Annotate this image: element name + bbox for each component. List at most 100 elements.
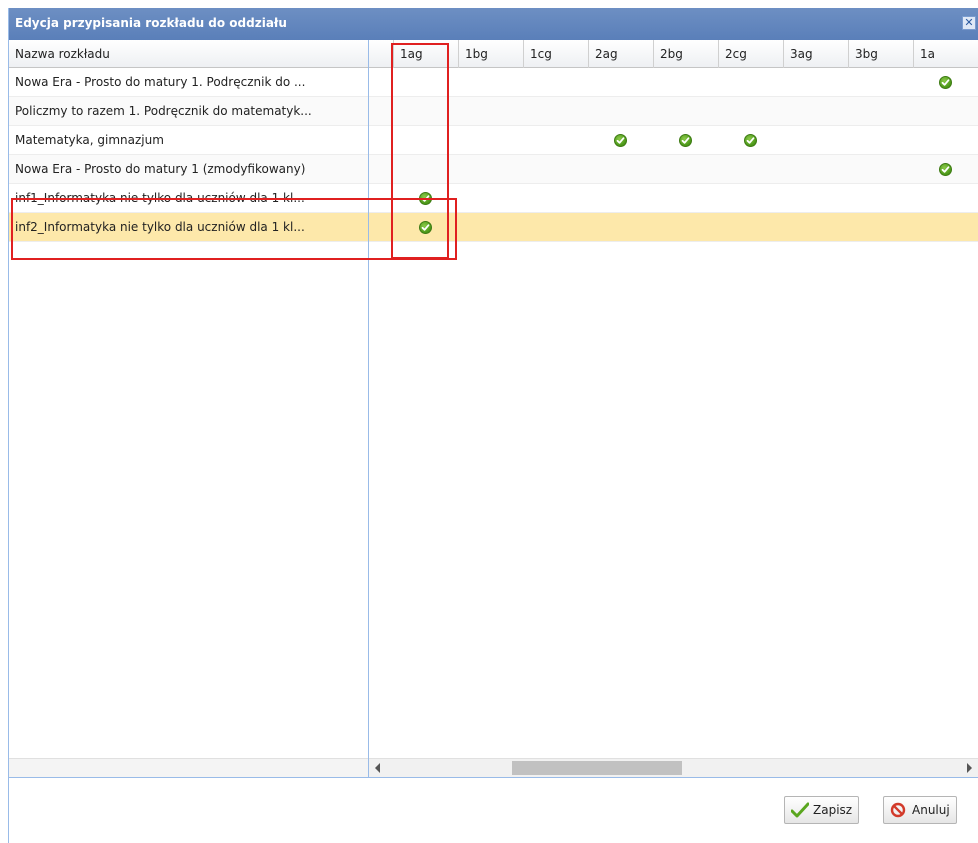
assignment-cell[interactable]	[458, 213, 523, 241]
assignment-cell[interactable]	[718, 97, 783, 125]
class-column-header[interactable]: 3bg	[848, 40, 913, 68]
close-icon[interactable]: ✕	[962, 16, 976, 30]
assignment-cell[interactable]	[653, 97, 718, 125]
table-row-cells	[369, 68, 978, 97]
assignment-cell[interactable]	[718, 68, 783, 96]
assignment-cell[interactable]	[783, 155, 848, 183]
assignment-cell[interactable]	[653, 184, 718, 212]
table-row[interactable]: Matematyka, gimnazjum	[9, 126, 368, 155]
class-column-header[interactable]: 3ag	[783, 40, 848, 68]
save-button-label: Zapisz	[813, 803, 853, 817]
class-columns-pane: 1ag 1bg 1cg 2ag 2bg 2cg 3ag 3bg 1a	[369, 40, 978, 777]
assignment-cell[interactable]	[653, 213, 718, 241]
assignment-cell[interactable]	[393, 68, 458, 96]
scroll-right-arrow-icon[interactable]	[967, 763, 972, 773]
table-row-cells	[369, 213, 978, 242]
save-button[interactable]: Zapisz	[784, 796, 860, 824]
prohibited-icon	[890, 802, 906, 818]
assignment-cell[interactable]	[393, 184, 458, 212]
green-check-icon	[614, 134, 627, 147]
class-column-header[interactable]: 1cg	[523, 40, 588, 68]
assignment-cell[interactable]	[913, 213, 978, 241]
schedule-name: inf1_Informatyka nie tylko dla uczniów d…	[15, 191, 305, 205]
class-column-header[interactable]: 1ag	[393, 40, 458, 68]
assignment-cell[interactable]	[913, 155, 978, 183]
green-check-icon	[744, 134, 757, 147]
dialog-titlebar: Edycja przypisania rozkładu do oddziału …	[9, 8, 978, 40]
assignment-cell[interactable]	[458, 184, 523, 212]
assignment-cell[interactable]	[393, 213, 458, 241]
assignment-cell[interactable]	[783, 126, 848, 154]
assignment-cell[interactable]	[913, 126, 978, 154]
assignment-cell[interactable]	[848, 126, 913, 154]
assignment-cell[interactable]	[913, 97, 978, 125]
schedule-name: inf2_Informatyka nie tylko dla uczniów d…	[15, 220, 305, 234]
assignment-grid: Nazwa rozkładu Nowa Era - Prosto do matu…	[9, 40, 978, 777]
assignment-cell[interactable]	[848, 184, 913, 212]
assignment-cell[interactable]	[848, 155, 913, 183]
assignment-cell[interactable]	[783, 213, 848, 241]
name-column-header[interactable]: Nazwa rozkładu	[9, 40, 368, 68]
assignment-cell[interactable]	[588, 126, 653, 154]
assignment-cell[interactable]	[783, 184, 848, 212]
assignment-cell[interactable]	[523, 126, 588, 154]
horizontal-scrollbar[interactable]	[369, 758, 978, 777]
class-column-header[interactable]: 2cg	[718, 40, 783, 68]
assignment-cell[interactable]	[718, 126, 783, 154]
assignment-cell[interactable]	[458, 126, 523, 154]
checkmark-icon	[791, 802, 809, 818]
assignment-cell[interactable]	[393, 97, 458, 125]
assignment-cell[interactable]	[588, 184, 653, 212]
schedule-name-pane: Nazwa rozkładu Nowa Era - Prosto do matu…	[9, 40, 369, 777]
assignment-cell[interactable]	[848, 68, 913, 96]
schedule-name: Nowa Era - Prosto do matury 1. Podręczni…	[15, 75, 306, 89]
assignment-cell[interactable]	[458, 68, 523, 96]
assignment-cell[interactable]	[523, 184, 588, 212]
green-check-icon	[419, 221, 432, 234]
table-row-cells	[369, 97, 978, 126]
left-scroll-spacer	[9, 758, 368, 777]
assignment-cell[interactable]	[653, 126, 718, 154]
class-column-header[interactable]: 1a	[913, 40, 978, 68]
class-column-header[interactable]: 2ag	[588, 40, 653, 68]
schedule-name: Matematyka, gimnazjum	[15, 133, 164, 147]
assignment-cell[interactable]	[393, 126, 458, 154]
class-column-header[interactable]: 2bg	[653, 40, 718, 68]
table-row[interactable]: inf2_Informatyka nie tylko dla uczniów d…	[9, 213, 368, 242]
assignment-cell[interactable]	[848, 213, 913, 241]
assignment-cell[interactable]	[783, 97, 848, 125]
assignment-cell[interactable]	[523, 97, 588, 125]
table-row[interactable]: Policzmy to razem 1. Podręcznik do matem…	[9, 97, 368, 126]
table-row[interactable]: Nowa Era - Prosto do matury 1. Podręczni…	[9, 68, 368, 97]
assignment-cell[interactable]	[458, 155, 523, 183]
table-row[interactable]: Nowa Era - Prosto do matury 1 (zmodyfiko…	[9, 155, 368, 184]
assignment-cell[interactable]	[913, 68, 978, 96]
assignment-cell[interactable]	[588, 213, 653, 241]
table-row[interactable]: inf1_Informatyka nie tylko dla uczniów d…	[9, 184, 368, 213]
table-row-cells	[369, 126, 978, 155]
scroll-left-arrow-icon[interactable]	[375, 763, 380, 773]
scrollbar-thumb[interactable]	[512, 761, 682, 775]
assignment-cell[interactable]	[653, 68, 718, 96]
assignment-cell[interactable]	[718, 155, 783, 183]
assignment-cell[interactable]	[588, 155, 653, 183]
assignment-cell[interactable]	[393, 155, 458, 183]
assignment-cell[interactable]	[718, 184, 783, 212]
schedule-name: Nowa Era - Prosto do matury 1 (zmodyfiko…	[15, 162, 306, 176]
dialog-window: Edycja przypisania rozkładu do oddziału …	[8, 8, 978, 843]
cancel-button[interactable]: Anuluj	[883, 796, 957, 824]
assignment-cell[interactable]	[588, 68, 653, 96]
dialog-footer: Zapisz Anuluj	[9, 777, 978, 843]
assignment-cell[interactable]	[523, 68, 588, 96]
assignment-cell[interactable]	[588, 97, 653, 125]
assignment-cell[interactable]	[783, 68, 848, 96]
cancel-button-label: Anuluj	[912, 803, 950, 817]
assignment-cell[interactable]	[913, 184, 978, 212]
assignment-cell[interactable]	[458, 97, 523, 125]
assignment-cell[interactable]	[523, 213, 588, 241]
assignment-cell[interactable]	[653, 155, 718, 183]
assignment-cell[interactable]	[848, 97, 913, 125]
assignment-cell[interactable]	[523, 155, 588, 183]
class-column-header[interactable]: 1bg	[458, 40, 523, 68]
assignment-cell[interactable]	[718, 213, 783, 241]
